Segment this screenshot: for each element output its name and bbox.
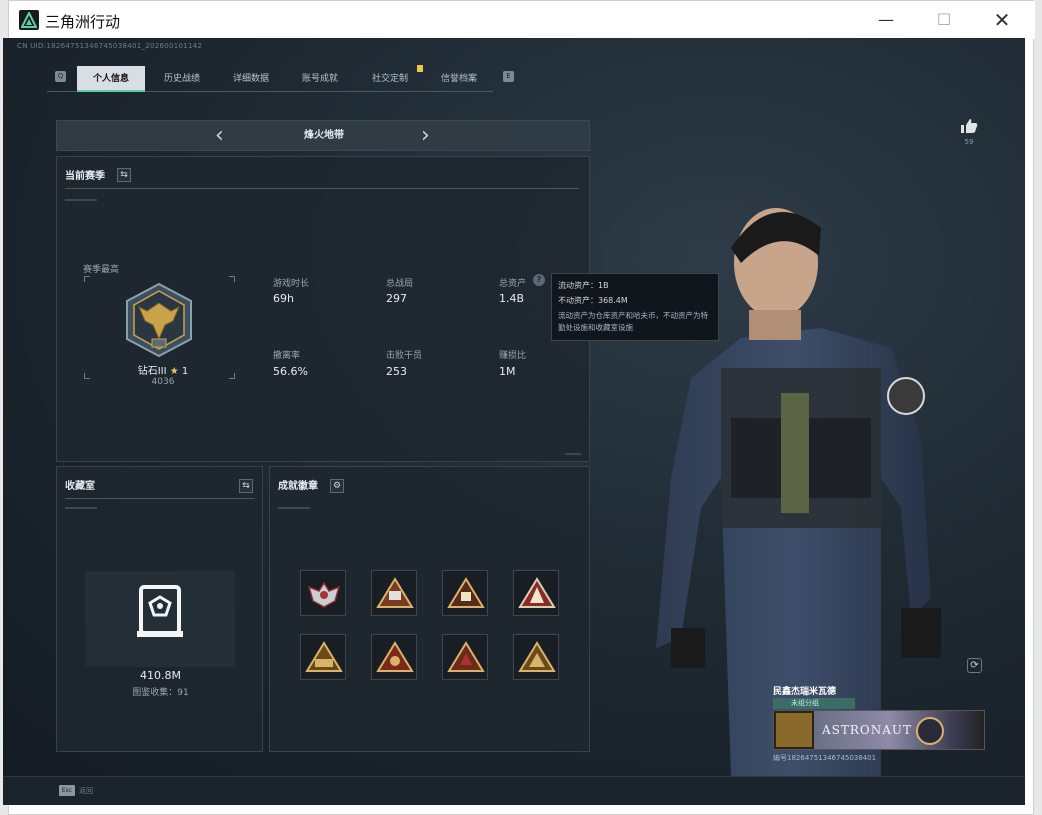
minimize-button[interactable]: — <box>863 5 909 35</box>
player-namecard[interactable]: 民鑫杰瑞米瓦德 未组分组 ASTRONAUT 编号182647513467450… <box>771 682 985 764</box>
window-title: 三角洲行动 <box>45 13 121 31</box>
tab-profile[interactable]: 个人信息 <box>77 66 145 92</box>
like-count: 59 <box>964 138 974 146</box>
badge-slot[interactable] <box>300 570 346 616</box>
title-bar[interactable]: 三角洲行动 — ☐ ✕ <box>9 1 1035 39</box>
showcase-icon <box>137 585 183 637</box>
rank-stars: 1 <box>181 366 189 377</box>
tab-next-button[interactable]: E <box>503 71 514 82</box>
badge-slot[interactable] <box>300 634 346 680</box>
collection-swap-button[interactable]: ⇆ <box>239 479 253 493</box>
badge-slot[interactable] <box>513 570 559 616</box>
badge-slot[interactable] <box>442 634 488 680</box>
badges-header: 成就徽章 <box>278 481 318 492</box>
refresh-icon[interactable]: ⟳ <box>967 658 982 673</box>
divider <box>65 507 97 509</box>
badge-triangle-icon <box>518 577 556 608</box>
stat-value-extract-rate: 56.6% <box>273 365 308 378</box>
badge-triangle-icon <box>447 577 485 608</box>
tab-bar: 个人信息 历史战绩 详细数据 账号成就 社交定制 信誉档案 <box>47 66 493 92</box>
rank-line: 钻石III ★ 1 <box>133 362 193 377</box>
mode-selector: ‹ 烽火地带 › <box>56 120 590 151</box>
player-uid: 编号182647513467450384​01 <box>773 754 877 762</box>
stat-label-matches: 总战局 <box>386 279 414 289</box>
collection-panel: 收藏室 ⇆ 410.8M 图鉴收集：91 <box>56 466 263 752</box>
stat-value-profit-ratio: 1M <box>499 365 516 378</box>
divider <box>565 453 581 455</box>
banner-orb-icon <box>916 717 944 745</box>
frame-corner <box>229 276 235 282</box>
badge-slot[interactable] <box>513 634 559 680</box>
tab-details[interactable]: 详细数据 <box>217 66 285 92</box>
frame-corner <box>229 373 235 379</box>
maximize-button[interactable]: ☐ <box>921 5 967 35</box>
divider <box>278 507 310 509</box>
badges-panel: 成就徽章 ⚙ <box>269 466 590 752</box>
like-button[interactable]: 59 <box>957 118 981 146</box>
frame-corner <box>84 276 90 282</box>
divider <box>65 498 255 499</box>
bottom-bar: Esc 返回 <box>3 776 1025 805</box>
season-panel: 当前赛季 ⇆ 赛季最高 钻石III ★ 1 4036 游戏时长 69h 总战局 … <box>56 156 590 462</box>
player-banner: ASTRONAUT <box>773 710 985 750</box>
team-tag: 未组分组 <box>773 698 855 709</box>
badge-slot[interactable] <box>442 570 488 616</box>
stat-value-kills: 253 <box>386 365 407 378</box>
divider <box>65 199 97 201</box>
divider <box>65 188 579 189</box>
season-best-label: 赛季最高 <box>83 265 120 275</box>
badge-wings-icon <box>307 581 341 608</box>
esc-label: 返回 <box>79 787 93 795</box>
badge-triangle-icon <box>376 641 414 672</box>
badge-slot[interactable] <box>371 570 417 616</box>
close-button[interactable]: ✕ <box>979 5 1025 35</box>
collection-count: 图鉴收集：91 <box>132 688 189 698</box>
esc-key-icon[interactable]: Esc <box>59 785 75 796</box>
rank-emblem-icon <box>126 282 192 358</box>
collection-value: 410.8M <box>140 669 181 682</box>
stat-value-assets: 1.4B <box>499 292 525 305</box>
thumbs-up-icon <box>961 119 978 133</box>
badge-triangle-icon <box>518 641 556 672</box>
stat-label-profit-ratio: 赚损比 <box>499 351 527 361</box>
tab-achievements[interactable]: 账号成就 <box>286 66 354 92</box>
avatar <box>776 713 812 747</box>
badge-triangle-icon <box>376 577 414 608</box>
badge-slot[interactable] <box>371 634 417 680</box>
badge-triangle-icon <box>447 641 485 672</box>
rank-name: 钻石III <box>137 366 167 377</box>
mode-title: 烽火地带 <box>304 130 344 141</box>
stat-label-kills: 击败干员 <box>386 351 423 361</box>
frame-corner <box>84 373 90 379</box>
stat-value-matches: 297 <box>386 292 407 305</box>
rank-score: 4036 <box>151 377 175 387</box>
stat-label-assets: 总资产 <box>499 279 527 289</box>
season-header: 当前赛季 <box>65 171 105 182</box>
season-swap-button[interactable]: ⇆ <box>117 168 131 182</box>
player-name: 民鑫杰瑞米瓦德 <box>773 687 837 697</box>
uid-top: CN UID:1826475134674503840​1_2026001011​… <box>17 42 203 50</box>
banner-text: ASTRONAUT <box>822 723 913 737</box>
collection-showcase[interactable] <box>85 571 235 667</box>
tab-new-badge <box>417 65 423 72</box>
stat-value-playtime: 69h <box>273 292 294 305</box>
mode-next-button[interactable]: › <box>421 121 430 150</box>
tab-reputation[interactable]: 信誉档案 <box>425 66 493 92</box>
badge-triangle-icon <box>305 641 343 672</box>
rank-star-icon: ★ <box>169 366 179 377</box>
tab-social[interactable]: 社交定制 <box>356 66 424 92</box>
game-view: CN UID:1826475134674503840​1_2026001011​… <box>3 38 1025 776</box>
collection-header: 收藏室 <box>65 481 95 492</box>
stat-label-playtime: 游戏时长 <box>273 279 310 289</box>
app-logo-icon <box>19 10 39 30</box>
help-icon[interactable]: ? <box>533 274 545 286</box>
stat-label-extract-rate: 撤离率 <box>273 351 301 361</box>
tab-history[interactable]: 历史战绩 <box>148 66 216 92</box>
badges-settings-button[interactable]: ⚙ <box>330 479 344 493</box>
